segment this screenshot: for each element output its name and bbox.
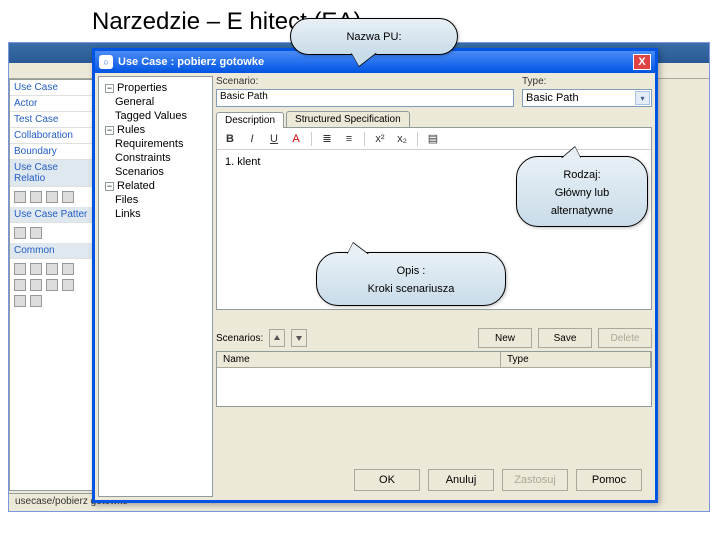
collapse-icon[interactable]: − (105, 126, 114, 135)
toolbox-icons (10, 223, 92, 243)
toolbox-item[interactable]: Use Case (10, 80, 92, 96)
tree-node[interactable]: Files (101, 193, 210, 207)
bold-button[interactable]: B (221, 131, 239, 147)
callout-opis: Opis : Kroki scenariusza (316, 252, 506, 306)
tree-node[interactable]: Tagged Values (101, 109, 210, 123)
tree-node: −Rules (101, 123, 210, 137)
property-tree[interactable]: −Properties General Tagged Values −Rules… (98, 76, 213, 497)
superscript-button[interactable]: x² (371, 131, 389, 147)
collapse-icon[interactable]: − (105, 84, 114, 93)
callout-rodzaj: Rodzaj: Główny lub alternatywne (516, 156, 648, 227)
cancel-button[interactable]: Anuluj (428, 469, 494, 491)
subscript-button[interactable]: x₂ (393, 131, 411, 147)
toolbox-pane: Use Case Actor Test Case Collaboration B… (9, 79, 93, 491)
apply-button[interactable]: Zastosuj (502, 469, 568, 491)
tree-node[interactable]: Scenarios (101, 165, 210, 179)
toolbox-item[interactable]: Actor (10, 96, 92, 112)
underline-button[interactable]: U (265, 131, 283, 147)
scenario-label: Scenario: (216, 76, 514, 87)
column-name[interactable]: Name (217, 352, 501, 368)
type-value: Basic Path (526, 92, 579, 104)
tab-strip: Description Structured Specification (216, 111, 652, 128)
scenario-name-input[interactable]: Basic Path (216, 89, 514, 107)
use-case-icon: ○ (99, 55, 113, 69)
tab-description[interactable]: Description (216, 112, 284, 128)
close-button[interactable]: X (633, 54, 651, 70)
move-up-button[interactable] (269, 329, 285, 347)
editor-toolbar: B I U A ≣ ≡ x² x₂ ▤ (217, 128, 651, 150)
ea-right-pane (653, 79, 709, 491)
toolbox-item[interactable]: Collaboration (10, 128, 92, 144)
toolbox-icons (10, 259, 92, 311)
toolbox-section[interactable]: Common (10, 243, 92, 259)
save-button[interactable]: Save (538, 328, 592, 348)
tab-structured-spec[interactable]: Structured Specification (286, 111, 410, 127)
italic-button[interactable]: I (243, 131, 261, 147)
tree-node: −Related (101, 179, 210, 193)
type-label: Type: (522, 76, 652, 87)
toolbox-section[interactable]: Use Case Patter (10, 207, 92, 223)
insert-button[interactable]: ▤ (424, 131, 442, 147)
font-color-button[interactable]: A (287, 131, 305, 147)
scenarios-label: Scenarios: (216, 333, 263, 344)
separator (417, 132, 418, 146)
delete-button[interactable]: Delete (598, 328, 652, 348)
type-dropdown[interactable]: Basic Path ▾ (522, 89, 652, 107)
tree-node[interactable]: Links (101, 207, 210, 221)
separator (364, 132, 365, 146)
column-type[interactable]: Type (501, 352, 651, 368)
collapse-icon[interactable]: − (105, 182, 114, 191)
tree-node[interactable]: Constraints (101, 151, 210, 165)
separator (311, 132, 312, 146)
help-button[interactable]: Pomoc (576, 469, 642, 491)
numbered-list-button[interactable]: ≡ (340, 131, 358, 147)
dialog-title: Use Case : pobierz gotowke (118, 56, 264, 68)
callout-nazwa-pu: Nazwa PU: (290, 18, 458, 55)
tree-node[interactable]: General (101, 95, 210, 109)
chevron-down-icon[interactable]: ▾ (635, 91, 650, 105)
toolbox-section[interactable]: Use Case Relatio (10, 160, 92, 187)
ok-button[interactable]: OK (354, 469, 420, 491)
toolbox-icons (10, 187, 92, 207)
toolbox-item[interactable]: Boundary (10, 144, 92, 160)
toolbox-item[interactable]: Test Case (10, 112, 92, 128)
scenarios-table[interactable]: Name Type (216, 351, 652, 407)
new-button[interactable]: New (478, 328, 532, 348)
bullet-list-button[interactable]: ≣ (318, 131, 336, 147)
tree-node[interactable]: Requirements (101, 137, 210, 151)
tree-node: −Properties (101, 81, 210, 95)
move-down-button[interactable] (291, 329, 307, 347)
